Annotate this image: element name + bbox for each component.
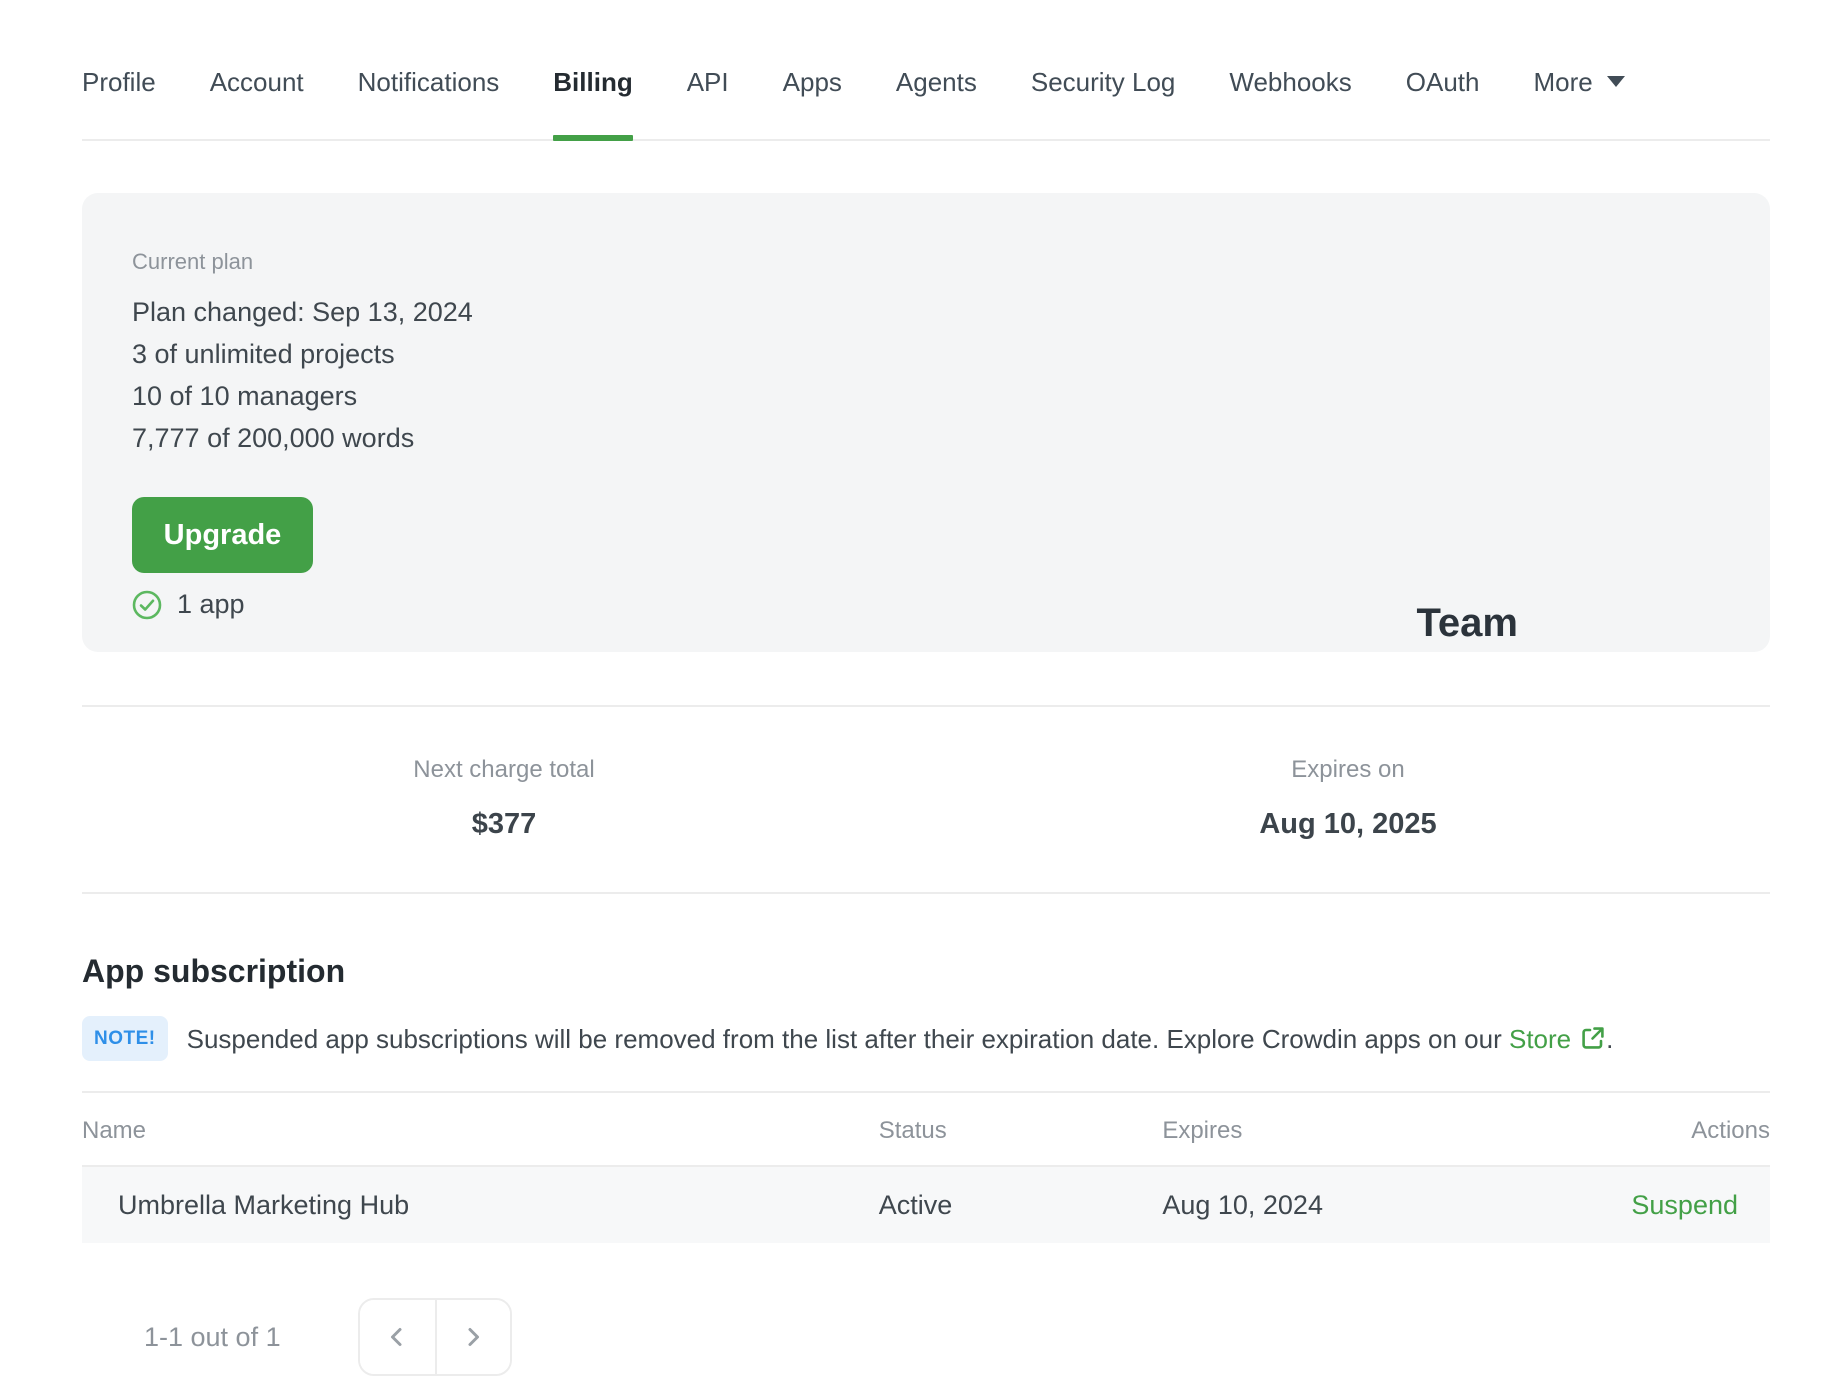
app-name-cell: Umbrella Marketing Hub <box>118 1189 410 1220</box>
settings-tab-bar: Profile Account Notifications Billing AP… <box>82 0 1770 141</box>
pagination: 1-1 out of 1 <box>82 1298 1770 1376</box>
header-expires: Expires <box>1162 1117 1243 1144</box>
pager-button-group <box>357 1298 512 1376</box>
app-expires-cell: Aug 10, 2024 <box>1162 1189 1323 1220</box>
next-charge-value: $377 <box>471 808 537 840</box>
expires-label: Expires on <box>1291 756 1405 783</box>
header-name: Name <box>82 1117 147 1144</box>
tab-agents[interactable]: Agents <box>896 64 977 139</box>
table-row: Umbrella Marketing Hub Active Aug 10, 20… <box>82 1167 1770 1243</box>
projects-usage: 3 of unlimited projects <box>132 339 395 369</box>
note-text-after: . <box>1606 1023 1614 1054</box>
billing-summary-row: Next charge total $377 Expires on Aug 10… <box>82 705 1770 894</box>
upgrade-button[interactable]: Upgrade <box>132 497 313 573</box>
words-usage: 7,777 of 200,000 words <box>132 423 415 453</box>
tab-profile[interactable]: Profile <box>82 64 156 139</box>
tab-oauth[interactable]: OAuth <box>1406 64 1480 139</box>
tab-notifications[interactable]: Notifications <box>358 64 500 139</box>
chevron-down-icon <box>1606 75 1625 87</box>
tab-security-log[interactable]: Security Log <box>1031 64 1176 139</box>
suspend-link[interactable]: Suspend <box>1631 1190 1738 1220</box>
apps-summary-row: 1 app <box>132 589 1770 620</box>
external-link-icon[interactable] <box>1580 1025 1606 1051</box>
tab-account[interactable]: Account <box>210 64 304 139</box>
chevron-left-icon <box>391 1328 402 1346</box>
tab-webhooks[interactable]: Webhooks <box>1229 64 1351 139</box>
apps-summary-label: 1 app <box>177 589 245 619</box>
note-text-before: Suspended app subscriptions will be remo… <box>186 1023 1509 1054</box>
subscription-note: NOTE! Suspended app subscriptions will b… <box>82 1016 1770 1061</box>
tab-apps[interactable]: Apps <box>783 64 842 139</box>
header-actions: Actions <box>1691 1117 1770 1144</box>
plan-changed-date: Plan changed: Sep 13, 2024 <box>132 297 473 327</box>
header-status: Status <box>878 1117 947 1144</box>
app-status-cell: Active <box>878 1189 953 1220</box>
next-charge-label: Next charge total <box>413 756 595 783</box>
next-page-button[interactable] <box>434 1300 510 1374</box>
note-text: Suspended app subscriptions will be remo… <box>187 1022 1614 1056</box>
tab-billing-label: Billing <box>553 67 633 97</box>
tab-billing[interactable]: Billing <box>553 64 633 141</box>
expires-value: Aug 10, 2025 <box>1259 808 1437 840</box>
current-plan-label: Current plan <box>132 249 254 274</box>
pagination-summary: 1-1 out of 1 <box>144 1321 281 1352</box>
billing-settings-page: Profile Account Notifications Billing AP… <box>0 0 1847 1376</box>
current-plan-card: Current plan Plan changed: Sep 13, 2024 … <box>82 193 1770 652</box>
expires-column: Expires on Aug 10, 2025 <box>926 755 1770 842</box>
tab-more[interactable]: More <box>1533 64 1625 139</box>
tab-more-label: More <box>1533 67 1593 97</box>
previous-page-button[interactable] <box>359 1300 435 1374</box>
app-subscription-table: Name Status Expires Actions Umbrella Mar… <box>82 1091 1770 1243</box>
check-circle-icon <box>132 590 162 619</box>
chevron-right-icon <box>468 1328 480 1346</box>
managers-usage: 10 of 10 managers <box>132 381 358 411</box>
table-header-row: Name Status Expires Actions <box>82 1093 1770 1167</box>
active-tab-underline <box>553 135 633 141</box>
plan-name: Team <box>1416 601 1518 645</box>
app-subscription-title: App subscription <box>82 953 346 989</box>
store-link[interactable]: Store <box>1509 1024 1571 1054</box>
note-badge: NOTE! <box>82 1016 168 1061</box>
next-charge-column: Next charge total $377 <box>82 755 926 842</box>
tab-api[interactable]: API <box>687 64 729 139</box>
